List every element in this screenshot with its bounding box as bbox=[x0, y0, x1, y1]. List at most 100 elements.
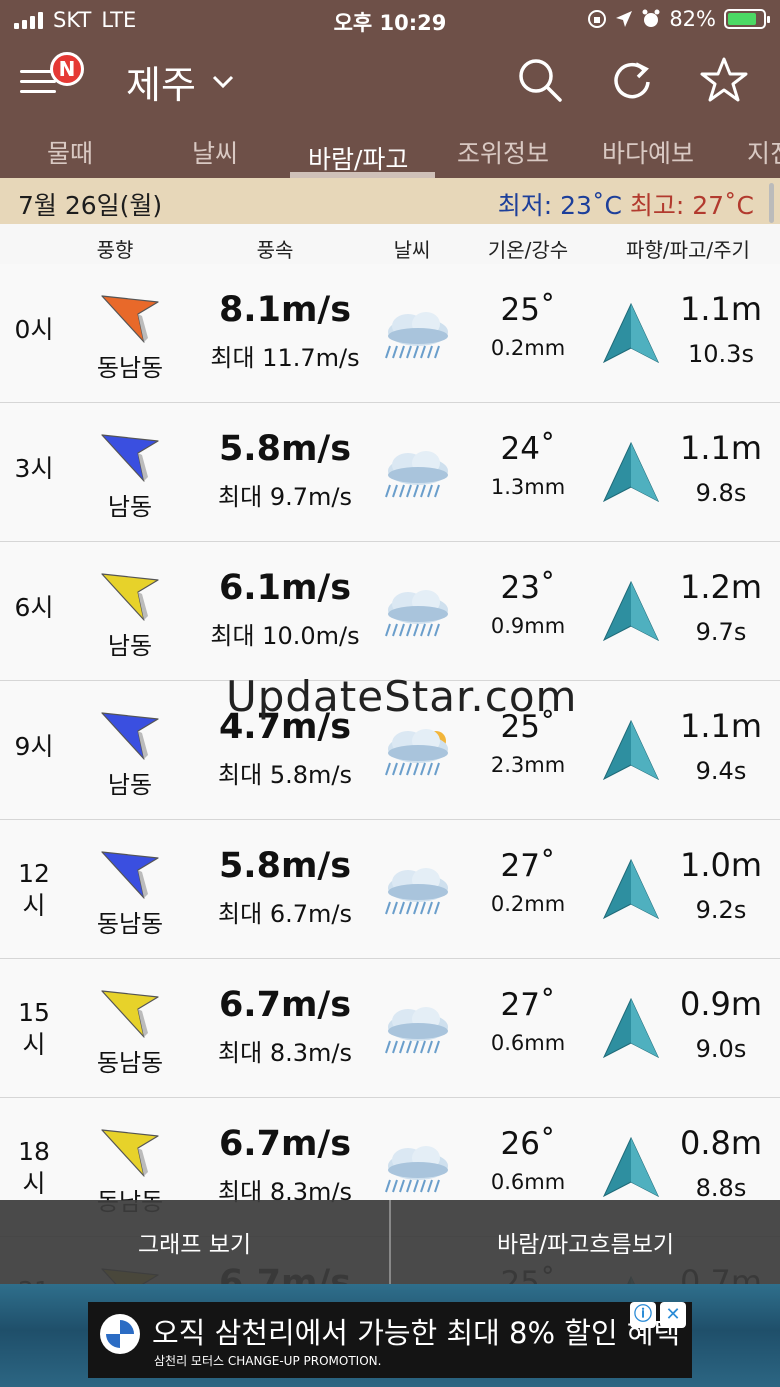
wave-height: 1.1m bbox=[679, 707, 763, 745]
wind-speed: 5.8m/s 최대 6.7m/s bbox=[190, 846, 380, 929]
temperature: 24˚ bbox=[500, 431, 556, 467]
rain-cloud-icon bbox=[378, 443, 458, 503]
rain-cloud-icon bbox=[378, 860, 458, 920]
wave-info: 0.9m 9.0s bbox=[668, 985, 774, 1063]
battery-percent: 82% bbox=[669, 7, 716, 31]
status-bar: SKT LTE 오후 10:29 82% bbox=[0, 0, 780, 40]
forecast-row: 3시 남동 5.8m/s 최대 9.7m/s 24˚ 1.3mm 1.1m 9.8s bbox=[0, 403, 780, 542]
orientation-lock-icon bbox=[588, 10, 607, 28]
status-right: 82% bbox=[587, 7, 770, 31]
ad-subtitle: 삼천리 모터스 CHANGE-UP PROMOTION. bbox=[154, 1354, 382, 1368]
wind-speed: 8.1m/s 최대 11.7m/s bbox=[190, 290, 380, 373]
wind-speed: 6.7m/s 최대 8.3m/s bbox=[190, 1124, 380, 1207]
wind-speed: 5.8m/s 최대 9.7m/s bbox=[190, 429, 380, 512]
tab-tide-info[interactable]: 조위정보 bbox=[457, 134, 549, 170]
date-bar: 7월 26일(월) 최저: 23˚C 최고: 27˚C bbox=[0, 178, 780, 224]
date-label: 7월 26일(월) bbox=[18, 191, 163, 220]
wave-info: 1.2m 9.7s bbox=[668, 568, 774, 646]
wind-direction: 동남동 bbox=[70, 987, 190, 1078]
wave-period: 8.8s bbox=[695, 1174, 747, 1202]
wave-info: 1.1m 9.4s bbox=[668, 707, 774, 785]
wave-direction-icon bbox=[602, 997, 660, 1059]
wind-arrow-icon bbox=[101, 712, 159, 760]
wind-direction: 동남동 bbox=[70, 292, 190, 383]
chevron-down-icon bbox=[212, 75, 233, 88]
wind-arrow-icon bbox=[101, 1129, 159, 1177]
wind-arrow-icon bbox=[101, 990, 159, 1038]
wave-direction-icon bbox=[602, 302, 660, 364]
wind-arrow-icon bbox=[101, 573, 159, 621]
column-headers: 풍향 풍속 날씨 기온/강수 파향/파고/주기 bbox=[0, 224, 780, 264]
ad-banner[interactable]: 오직 삼천리에서 가능한 최대 8% 할인 혜택 삼천리 모터스 CHANGE-… bbox=[0, 1284, 780, 1387]
wave-period: 9.0s bbox=[695, 1035, 747, 1063]
precipitation: 0.6mm bbox=[490, 1170, 566, 1194]
location-selector[interactable]: 제주 bbox=[126, 54, 234, 109]
refresh-icon[interactable] bbox=[608, 56, 656, 104]
temp-range: 최저: 23˚C 최고: 27˚C bbox=[498, 186, 754, 222]
tab-tide[interactable]: 물때 bbox=[47, 134, 93, 170]
speed-value: 6.7m/s bbox=[218, 985, 352, 1025]
forecast-row: 6시 남동 6.1m/s 최대 10.0m/s 23˚ 0.9mm 1.2m 9.7s bbox=[0, 542, 780, 681]
temperature: 25˚ bbox=[500, 292, 556, 328]
header-direction: 풍향 bbox=[96, 238, 134, 262]
wave-height: 1.1m bbox=[679, 429, 763, 467]
precipitation: 0.6mm bbox=[490, 1031, 566, 1055]
row-hour: 6시 bbox=[14, 593, 54, 622]
tab-earthquake[interactable]: 지진 bbox=[747, 134, 780, 170]
scrollbar[interactable] bbox=[769, 183, 774, 223]
header-wave: 파향/파고/주기 bbox=[626, 238, 750, 262]
rain-cloud-sun-icon bbox=[378, 721, 458, 781]
ad-content[interactable]: 오직 삼천리에서 가능한 최대 8% 할인 혜택 삼천리 모터스 CHANGE-… bbox=[88, 1302, 692, 1378]
menu-button[interactable]: N bbox=[20, 52, 84, 112]
wind-speed: 6.1m/s 최대 10.0m/s bbox=[190, 568, 380, 651]
max-speed: 최대 11.7m/s bbox=[210, 344, 360, 372]
wave-period: 9.2s bbox=[695, 896, 747, 924]
wave-direction-icon bbox=[602, 580, 660, 642]
bottom-buttons: 그래프 보기 바람/파고흐름보기 bbox=[0, 1200, 780, 1284]
max-speed: 최대 10.0m/s bbox=[210, 622, 360, 650]
star-icon[interactable] bbox=[700, 56, 748, 104]
search-icon[interactable] bbox=[516, 56, 564, 104]
ad-info-icon[interactable]: ⓘ bbox=[630, 1302, 656, 1328]
max-speed: 최대 9.7m/s bbox=[218, 483, 352, 511]
temp-rain: 23˚ 0.9mm bbox=[470, 570, 586, 638]
wind-speed: 6.7m/s 최대 8.3m/s bbox=[190, 985, 380, 1068]
wave-direction-icon bbox=[602, 719, 660, 781]
flow-view-button[interactable]: 바람/파고흐름보기 bbox=[391, 1200, 780, 1284]
wave-info: 1.1m 9.8s bbox=[668, 429, 774, 507]
ad-close-icon[interactable]: ✕ bbox=[660, 1302, 686, 1328]
speed-value: 5.8m/s bbox=[218, 429, 352, 469]
wave-period: 10.3s bbox=[688, 340, 754, 368]
rain-cloud-icon bbox=[378, 999, 458, 1059]
wind-arrow-icon bbox=[101, 295, 159, 343]
rain-cloud-icon bbox=[378, 1138, 458, 1198]
tab-weather[interactable]: 날씨 bbox=[192, 134, 238, 170]
tab-sea-forecast[interactable]: 바다예보 bbox=[602, 134, 694, 170]
direction-name: 동남동 bbox=[96, 354, 164, 382]
precipitation: 2.3mm bbox=[490, 753, 566, 777]
temp-rain: 27˚ 0.2mm bbox=[470, 848, 586, 916]
tab-wind-wave[interactable]: 바람/파고 bbox=[308, 140, 408, 176]
wave-direction-icon bbox=[602, 1136, 660, 1198]
alarm-icon bbox=[642, 9, 660, 27]
new-badge: N bbox=[50, 52, 84, 86]
temperature: 26˚ bbox=[500, 1126, 556, 1162]
wave-info: 0.8m 8.8s bbox=[668, 1124, 774, 1202]
wave-direction-icon bbox=[602, 441, 660, 503]
speed-value: 6.7m/s bbox=[218, 1124, 352, 1164]
forecast-row: 15 시 동남동 6.7m/s 최대 8.3m/s 27˚ 0.6mm 0.9m 9.0s bbox=[0, 959, 780, 1098]
graph-view-button[interactable]: 그래프 보기 bbox=[0, 1200, 391, 1284]
wave-height: 1.2m bbox=[679, 568, 763, 606]
tab-bar: 물때 날씨 바람/파고 조위정보 바다예보 지진 bbox=[0, 122, 780, 178]
row-hour: 12 시 bbox=[18, 859, 50, 920]
temp-rain: 26˚ 0.6mm bbox=[470, 1126, 586, 1194]
wave-height: 0.9m bbox=[679, 985, 763, 1023]
rain-cloud-icon bbox=[378, 304, 458, 364]
speed-value: 8.1m/s bbox=[218, 290, 352, 330]
wind-direction: 남동 bbox=[70, 570, 190, 661]
wave-info: 1.1m 10.3s bbox=[668, 290, 774, 368]
row-hour: 0시 bbox=[14, 315, 54, 344]
temperature: 27˚ bbox=[500, 987, 556, 1023]
forecast-row: 12 시 동남동 5.8m/s 최대 6.7m/s 27˚ 0.2mm 1.0m 9.2s bbox=[0, 820, 780, 959]
wave-height: 1.1m bbox=[679, 290, 763, 328]
